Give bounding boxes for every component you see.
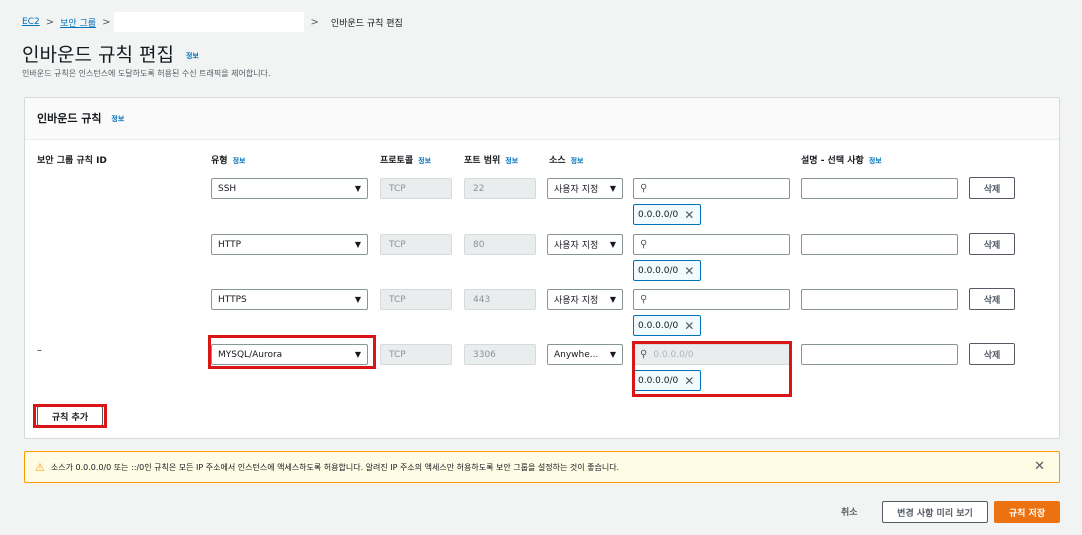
rule-description-input[interactable] bbox=[801, 289, 958, 310]
col-description-info-link[interactable]: 정보 bbox=[869, 157, 882, 165]
cidr-token: 0.0.0.0/0 ✕ bbox=[633, 204, 701, 225]
col-rule-id: 보안 그룹 규칙 ID bbox=[37, 156, 107, 166]
close-icon[interactable]: ✕ bbox=[684, 208, 694, 222]
cidr-token-label: 0.0.0.0/0 bbox=[638, 320, 679, 331]
rule-protocol-field: TCP bbox=[380, 289, 452, 310]
rule-type-select[interactable]: HTTP ▼ bbox=[211, 234, 368, 255]
rule-protocol-field: TCP bbox=[380, 178, 452, 199]
save-rules-button[interactable]: 규칙 저장 bbox=[994, 501, 1060, 523]
col-source: 소스 정보 bbox=[549, 153, 583, 166]
rule-port-field: 22 bbox=[464, 178, 536, 199]
rule-source-select[interactable]: 사용자 지정 ▼ bbox=[547, 234, 623, 255]
col-protocol: 프로토콜 정보 bbox=[380, 153, 431, 166]
source-cidr-search[interactable]: ⚲ bbox=[633, 289, 790, 310]
highlight-add-rule-box bbox=[33, 404, 107, 428]
col-source-label: 소스 bbox=[549, 156, 566, 166]
rule-port-field: 80 bbox=[464, 234, 536, 255]
caret-down-icon: ▼ bbox=[609, 350, 616, 359]
rule-type-select[interactable]: HTTPS ▼ bbox=[211, 289, 368, 310]
panel-title-text: 인바운드 규칙 bbox=[37, 112, 102, 125]
col-type-label: 유형 bbox=[211, 156, 228, 166]
col-protocol-info-link[interactable]: 정보 bbox=[418, 157, 431, 165]
search-icon: ⚲ bbox=[640, 294, 648, 305]
panel-header bbox=[25, 98, 1059, 140]
breadcrumb-current: 인바운드 규칙 편집 bbox=[330, 18, 403, 29]
warning-alert: ⚠ 소스가 0.0.0.0/0 또는 ::/0인 규칙은 모든 IP 주소에서 … bbox=[24, 451, 1060, 483]
rule-type-value: SSH bbox=[218, 183, 237, 194]
cidr-token: 0.0.0.0/0 ✕ bbox=[633, 315, 701, 336]
close-icon[interactable]: ✕ bbox=[684, 319, 694, 333]
page-title: 인바운드 규칙 편집 정보 bbox=[22, 40, 199, 67]
caret-down-icon: ▼ bbox=[354, 184, 361, 193]
rule-type-select[interactable]: SSH ▼ bbox=[211, 178, 368, 199]
caret-down-icon: ▼ bbox=[609, 295, 616, 304]
cidr-token-label: 0.0.0.0/0 bbox=[638, 209, 679, 220]
cancel-button[interactable]: 취소 bbox=[841, 505, 858, 518]
close-icon[interactable]: ✕ bbox=[684, 264, 694, 278]
source-cidr-search[interactable]: ⚲ bbox=[633, 178, 790, 199]
rule-description-input[interactable] bbox=[801, 234, 958, 255]
cidr-token-label: 0.0.0.0/0 bbox=[638, 265, 679, 276]
chevron-right-icon: > bbox=[102, 16, 111, 28]
rule-port-field: 443 bbox=[464, 289, 536, 310]
col-port-info-link[interactable]: 정보 bbox=[505, 157, 518, 165]
close-icon[interactable]: ✕ bbox=[1034, 459, 1045, 474]
page-info-link[interactable]: 정보 bbox=[186, 52, 199, 60]
breadcrumb-redacted-item bbox=[114, 12, 305, 32]
col-source-info-link[interactable]: 정보 bbox=[571, 157, 584, 165]
preview-changes-button[interactable]: 변경 사항 미리 보기 bbox=[882, 501, 988, 523]
page-title-text: 인바운드 규칙 편집 bbox=[22, 44, 174, 66]
panel-info-link[interactable]: 정보 bbox=[111, 115, 124, 123]
col-protocol-label: 프로토콜 bbox=[380, 156, 414, 166]
rule-source-value: 사용자 지정 bbox=[554, 296, 599, 306]
rule-source-value: 사용자 지정 bbox=[554, 185, 599, 195]
caret-down-icon: ▼ bbox=[609, 184, 616, 193]
delete-rule-button[interactable]: 삭제 bbox=[969, 233, 1015, 255]
rule-type-value: HTTPS bbox=[218, 294, 247, 305]
chevron-right-icon: > bbox=[45, 16, 55, 28]
source-cidr-search[interactable]: ⚲ bbox=[633, 234, 790, 255]
cidr-token: 0.0.0.0/0 ✕ bbox=[633, 260, 701, 281]
delete-rule-button[interactable]: 삭제 bbox=[969, 177, 1015, 199]
col-type: 유형 정보 bbox=[211, 153, 245, 166]
rule-source-value: 사용자 지정 bbox=[554, 241, 599, 251]
rule-id-value: – bbox=[37, 345, 42, 356]
col-description-label: 설명 - 선택 사항 bbox=[801, 156, 864, 166]
rule-port-field: 3306 bbox=[464, 344, 536, 365]
col-type-info-link[interactable]: 정보 bbox=[233, 157, 246, 165]
rule-type-value: HTTP bbox=[218, 239, 242, 250]
col-port-label: 포트 범위 bbox=[464, 156, 501, 166]
delete-rule-button[interactable]: 삭제 bbox=[969, 343, 1015, 365]
chevron-right-icon: > bbox=[310, 16, 319, 28]
breadcrumb-ec2-link[interactable]: EC2 bbox=[22, 17, 40, 27]
rule-description-input[interactable] bbox=[801, 344, 958, 365]
highlight-source-box bbox=[632, 341, 792, 397]
caret-down-icon: ▼ bbox=[354, 240, 361, 249]
caret-down-icon: ▼ bbox=[354, 295, 361, 304]
warning-text: 소스가 0.0.0.0/0 또는 ::/0인 규칙은 모든 IP 주소에서 인스… bbox=[50, 462, 620, 472]
rule-protocol-field: TCP bbox=[380, 344, 452, 365]
rule-description-input[interactable] bbox=[801, 178, 958, 199]
rule-protocol-field: TCP bbox=[380, 234, 452, 255]
delete-rule-button[interactable]: 삭제 bbox=[969, 288, 1015, 310]
highlight-type-box bbox=[208, 335, 376, 369]
inbound-rules-panel: 인바운드 규칙 정보 보안 그룹 규칙 ID 유형 정보 프로토콜 정보 포트 범위… bbox=[24, 97, 1060, 439]
search-icon: ⚲ bbox=[640, 239, 648, 250]
rule-source-value: Anywhe... bbox=[554, 349, 599, 360]
breadcrumb-security-groups-link[interactable]: 보안 그룹 bbox=[60, 16, 96, 29]
page-description: 인바운드 규칙은 인스턴스에 도달하도록 허용된 수신 트래픽을 제어합니다. bbox=[22, 69, 271, 78]
caret-down-icon: ▼ bbox=[609, 240, 616, 249]
panel-title: 인바운드 규칙 정보 bbox=[37, 110, 124, 126]
rule-source-select[interactable]: Anywhe... ▼ bbox=[547, 344, 623, 365]
rule-source-select[interactable]: 사용자 지정 ▼ bbox=[547, 178, 623, 199]
rule-source-select[interactable]: 사용자 지정 ▼ bbox=[547, 289, 623, 310]
col-description: 설명 - 선택 사항 정보 bbox=[801, 153, 882, 166]
col-port-range: 포트 범위 정보 bbox=[464, 153, 518, 166]
breadcrumb: EC2 > 보안 그룹 > > 인바운드 규칙 편집 bbox=[22, 12, 403, 32]
search-icon: ⚲ bbox=[640, 183, 648, 194]
warning-icon: ⚠ bbox=[35, 460, 45, 474]
